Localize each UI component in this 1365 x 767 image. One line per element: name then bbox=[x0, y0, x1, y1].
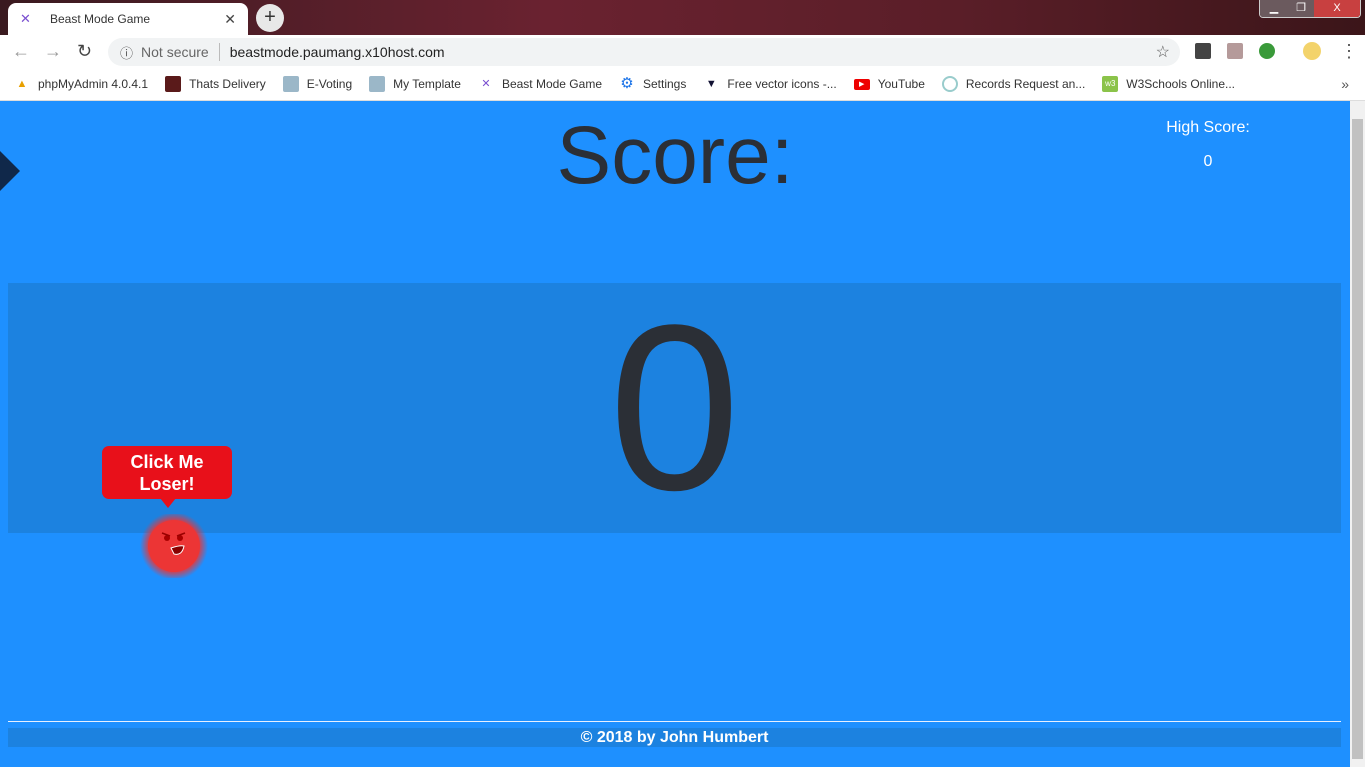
bookmark-label: Beast Mode Game bbox=[501, 77, 602, 91]
info-icon[interactable]: ⓘ bbox=[120, 43, 133, 62]
bookmark-label: phpMyAdmin 4.0.4.1 bbox=[38, 77, 149, 91]
speech-bubble: Click Me Loser! bbox=[102, 446, 232, 508]
bookmark-phpmyadmin[interactable]: ▲ phpMyAdmin 4.0.4.1 bbox=[14, 76, 149, 92]
bookmark-youtube[interactable]: ▶ YouTube bbox=[853, 77, 925, 91]
high-score-value: 0 bbox=[1203, 153, 1213, 170]
divider bbox=[218, 43, 220, 61]
scrollbar-thumb[interactable] bbox=[1352, 119, 1363, 759]
bookmark-settings[interactable]: ⚙ Settings bbox=[619, 76, 686, 92]
tab-title: Beast Mode Game bbox=[50, 12, 151, 26]
bookmark-label: YouTube bbox=[877, 77, 925, 91]
footer-copyright: © 2018 by John Humbert bbox=[8, 728, 1341, 747]
bookmark-e-voting[interactable]: E-Voting bbox=[282, 76, 353, 92]
bookmark-beast-mode-game[interactable]: ✕ Beast Mode Game bbox=[478, 76, 602, 92]
bookmark-thats-delivery[interactable]: Thats Delivery bbox=[165, 76, 266, 92]
bookmark-label: Records Request an... bbox=[965, 77, 1086, 91]
gear-icon: ⚙ bbox=[620, 75, 634, 92]
person-icon bbox=[282, 76, 299, 92]
beast-icon: ✕ bbox=[481, 78, 491, 90]
bookmark-my-template[interactable]: My Template bbox=[369, 76, 461, 92]
game-page: Score: High Score: 0 0 Click Me Loser! ©… bbox=[0, 101, 1350, 767]
browser-toolbar: ← → ↻ ⓘ Not secure beastmode.paumang.x10… bbox=[0, 35, 1365, 68]
pdf-extension-icon[interactable] bbox=[1227, 43, 1243, 59]
vertical-scrollbar[interactable] bbox=[1350, 101, 1365, 767]
bookmark-w3schools[interactable]: w3 W3Schools Online... bbox=[1102, 76, 1235, 92]
security-label: Not secure bbox=[141, 44, 209, 60]
bookmark-star-icon[interactable]: ☆ bbox=[1156, 42, 1170, 62]
bookmark-records-request[interactable]: Records Request an... bbox=[941, 76, 1086, 92]
bookmark-label: Settings bbox=[643, 77, 687, 91]
profile-avatar[interactable] bbox=[1303, 42, 1321, 60]
high-score-label: High Score: bbox=[1166, 119, 1250, 136]
new-tab-button[interactable]: + bbox=[256, 4, 284, 32]
bubble-text: Click Me bbox=[130, 452, 204, 472]
menu-icon[interactable]: ⋮ bbox=[1340, 41, 1358, 62]
window-controls: ▁ ❐ X bbox=[1259, 0, 1361, 18]
close-window-button[interactable]: X bbox=[1314, 0, 1360, 17]
seal-icon bbox=[941, 76, 958, 92]
footer-divider bbox=[8, 721, 1341, 722]
more-bookmarks-button[interactable]: » bbox=[1341, 76, 1349, 92]
bookmark-free-vector-icons[interactable]: ▼ Free vector icons -... bbox=[703, 76, 837, 92]
url-text[interactable]: beastmode.paumang.x10host.com bbox=[230, 44, 445, 60]
browser-titlebar: ✕ Beast Mode Game ✕ + ▁ ❐ X bbox=[0, 0, 1365, 35]
browser-tab[interactable]: ✕ Beast Mode Game ✕ bbox=[8, 3, 248, 35]
flaticon-icon: ▼ bbox=[705, 78, 717, 90]
back-icon[interactable]: ← bbox=[12, 41, 30, 62]
bookmark-label: Free vector icons -... bbox=[727, 77, 837, 91]
bookmark-label: My Template bbox=[393, 77, 461, 91]
forward-icon[interactable]: → bbox=[44, 41, 62, 62]
w3schools-icon: w3 bbox=[1102, 76, 1119, 92]
delivery-icon bbox=[165, 76, 182, 92]
close-tab-icon[interactable]: ✕ bbox=[224, 11, 236, 28]
minimize-button[interactable]: ▁ bbox=[1260, 0, 1288, 17]
reload-icon[interactable]: ↻ bbox=[77, 41, 92, 62]
idm-extension-icon[interactable] bbox=[1259, 43, 1275, 59]
fuzzy-monster-target[interactable] bbox=[138, 514, 210, 578]
bookmarks-bar: ▲ phpMyAdmin 4.0.4.1 Thats Delivery E-Vot… bbox=[0, 68, 1365, 101]
pma-icon: ▲ bbox=[16, 78, 28, 90]
bookmark-label: Thats Delivery bbox=[189, 77, 266, 91]
restore-button[interactable]: ❐ bbox=[1288, 0, 1314, 17]
person-icon bbox=[369, 76, 386, 92]
download-extension-icon[interactable] bbox=[1195, 43, 1211, 59]
bookmark-label: W3Schools Online... bbox=[1126, 77, 1236, 91]
youtube-icon: ▶ bbox=[853, 78, 870, 90]
address-bar[interactable]: ⓘ Not secure beastmode.paumang.x10host.c… bbox=[108, 38, 1180, 66]
bubble-text: Loser! bbox=[139, 474, 195, 494]
bookmark-label: E-Voting bbox=[306, 77, 353, 91]
beast-favicon-icon: ✕ bbox=[20, 11, 31, 26]
